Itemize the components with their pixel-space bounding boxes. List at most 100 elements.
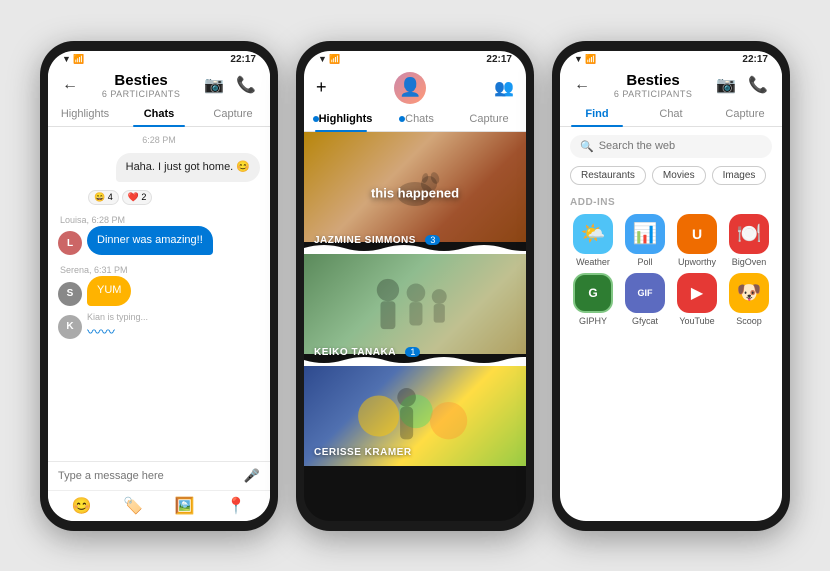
- filter-pills: Restaurants Movies Images: [560, 166, 782, 193]
- time-2: 22:17: [486, 54, 512, 65]
- tab-capture-2[interactable]: Capture: [452, 107, 526, 131]
- find-tabs: Find Chat Capture: [560, 102, 782, 127]
- addin-scoop[interactable]: 🐶 Scoop: [726, 273, 772, 326]
- tab-highlights-2[interactable]: Highlights: [304, 107, 378, 131]
- addin-upworthy[interactable]: U Upworthy: [674, 214, 720, 267]
- typing-label: Kian is typing...: [87, 312, 148, 322]
- tab-chats-2[interactable]: Chats: [378, 107, 452, 131]
- signal-wifi-2: ▼ 📶: [318, 54, 341, 65]
- message-row-2: L Dinner was amazing!!: [58, 226, 260, 255]
- image-icon-1[interactable]: 🖼️: [175, 496, 195, 516]
- hl-username-1: JAZMINE SIMMONS: [314, 235, 416, 246]
- addin-label-weather: Weather: [576, 257, 610, 267]
- hl-card-1[interactable]: this happened JAZMINE SIMMONS 3: [304, 132, 526, 254]
- status-bar-3: ▼ 📶 22:17: [560, 51, 782, 67]
- addins-grid: 🌤️ Weather 📊 Poll U Upworthy 🍽️ BigOven …: [560, 214, 782, 326]
- status-bar-2: ▼ 📶 22:17: [304, 51, 526, 67]
- video-icon-1[interactable]: 📷: [202, 73, 226, 97]
- header-1: ← Besties 6 PARTICIPANTS 📷 📞: [48, 67, 270, 102]
- emoji-icon-1[interactable]: 😊: [72, 496, 92, 516]
- addin-giphy[interactable]: G GIPHY: [570, 273, 616, 326]
- message-row-1: Haha. I just got home. 😊: [58, 153, 260, 182]
- addin-bigoven[interactable]: 🍽️ BigOven: [726, 214, 772, 267]
- addin-label-youtube: YouTube: [679, 316, 714, 326]
- time-1: 22:17: [230, 54, 256, 65]
- addin-icon-upworthy: U: [677, 214, 717, 254]
- message-input-1[interactable]: [58, 470, 238, 482]
- phone-2: ▼ 📶 22:17 + 👤 👥 Highlights Chats Capture: [296, 41, 534, 531]
- avatar-louisa: L: [58, 231, 82, 255]
- hl-card-2[interactable]: KEIKO TANAKA 1: [304, 254, 526, 366]
- addin-icon-youtube: ▶: [677, 273, 717, 313]
- avatar-2: 👤: [394, 72, 426, 104]
- hl-count-1: 3: [425, 235, 440, 245]
- tab-highlights-1[interactable]: Highlights: [48, 102, 122, 126]
- status-bar-1: ▼ 📶 22:17: [48, 51, 270, 67]
- search-input-3[interactable]: [599, 140, 762, 152]
- highlights-content: this happened JAZMINE SIMMONS 3: [304, 132, 526, 521]
- tab-chat-3[interactable]: Chat: [634, 102, 708, 126]
- addin-icon-scoop: 🐶: [729, 273, 769, 313]
- reaction-smile[interactable]: 😄 4: [88, 190, 119, 205]
- hl-username-2: KEIKO TANAKA: [314, 347, 396, 358]
- header-title-area-1: Besties 6 PARTICIPANTS: [80, 72, 202, 99]
- pill-movies[interactable]: Movies: [652, 166, 706, 185]
- search-icon-3: 🔍: [580, 140, 594, 153]
- video-icon-3[interactable]: 📷: [714, 73, 738, 97]
- bubble-2: Dinner was amazing!!: [87, 226, 213, 255]
- header-3: ← Besties 6 PARTICIPANTS 📷 📞: [560, 67, 782, 102]
- sender-louisa: Louisa, 6:28 PM: [58, 215, 260, 225]
- addin-icon-poll: 📊: [625, 214, 665, 254]
- bubble-1: Haha. I just got home. 😊: [116, 153, 260, 182]
- addin-label-poll: Poll: [637, 257, 652, 267]
- hl-caption-1: this happened: [371, 185, 459, 200]
- tabs-1: Highlights Chats Capture: [48, 102, 270, 127]
- pill-restaurants[interactable]: Restaurants: [570, 166, 646, 185]
- header-2: + 👤 👥: [304, 67, 526, 107]
- time-3: 22:17: [742, 54, 768, 65]
- hl-card-3[interactable]: CERISSE KRAMER: [304, 366, 526, 466]
- header-icons-1: 📷 📞: [202, 73, 258, 97]
- toolbar-1: 😊 🏷️ 🖼️ 📍: [48, 490, 270, 521]
- chat-area-1: 6:28 PM Haha. I just got home. 😊 😄 4 ❤️ …: [48, 127, 270, 461]
- section-addins-label: ADD-INS: [560, 193, 782, 214]
- pill-images[interactable]: Images: [712, 166, 767, 185]
- add-person-icon-2[interactable]: 👥: [494, 78, 514, 98]
- tab-capture-3[interactable]: Capture: [708, 102, 782, 126]
- sender-serena: Serena, 6:31 PM: [58, 265, 260, 275]
- addin-weather[interactable]: 🌤️ Weather: [570, 214, 616, 267]
- phone-icon-1[interactable]: 📞: [234, 73, 258, 97]
- header-title-area-3: Besties 6 PARTICIPANTS: [592, 72, 714, 99]
- mic-icon-1[interactable]: 🎤: [244, 468, 260, 484]
- addin-label-upworthy: Upworthy: [678, 257, 716, 267]
- message-row-3: S YUM: [58, 276, 260, 305]
- hl-overlay-1: JAZMINE SIMMONS 3: [304, 224, 526, 254]
- typing-indicator: K Kian is typing... 〰〰: [58, 312, 260, 342]
- timestamp-1: 6:28 PM: [58, 135, 260, 145]
- addin-label-bigoven: BigOven: [732, 257, 767, 267]
- addin-gfycat[interactable]: GIF Gfycat: [622, 273, 668, 326]
- phone-icon-3[interactable]: 📞: [746, 73, 770, 97]
- sticker-icon-1[interactable]: 🏷️: [123, 496, 143, 516]
- reaction-heart[interactable]: ❤️ 2: [122, 190, 153, 205]
- addin-icon-bigoven: 🍽️: [729, 214, 769, 254]
- location-icon-1[interactable]: 📍: [226, 496, 246, 516]
- avatar-serena: S: [58, 282, 82, 306]
- addin-poll[interactable]: 📊 Poll: [622, 214, 668, 267]
- addin-icon-giphy: G: [573, 273, 613, 313]
- addin-label-gfycat: Gfycat: [632, 316, 658, 326]
- message-block-3: Serena, 6:31 PM S YUM: [58, 265, 260, 305]
- header-icons-3: 📷 📞: [714, 73, 770, 97]
- addin-youtube[interactable]: ▶ YouTube: [674, 273, 720, 326]
- addin-label-scoop: Scoop: [736, 316, 762, 326]
- back-icon-3[interactable]: ←: [572, 74, 592, 96]
- tab-find-3[interactable]: Find: [560, 102, 634, 126]
- hl-overlay-3: CERISSE KRAMER: [304, 436, 526, 466]
- tab-capture-1[interactable]: Capture: [196, 102, 270, 126]
- tab-chats-1[interactable]: Chats: [122, 102, 196, 126]
- group-name-1: Besties: [80, 72, 202, 89]
- add-icon-2[interactable]: +: [316, 77, 327, 98]
- search-bar-3: 🔍: [570, 135, 772, 158]
- addin-label-giphy: GIPHY: [579, 316, 607, 326]
- back-icon-1[interactable]: ←: [60, 74, 80, 96]
